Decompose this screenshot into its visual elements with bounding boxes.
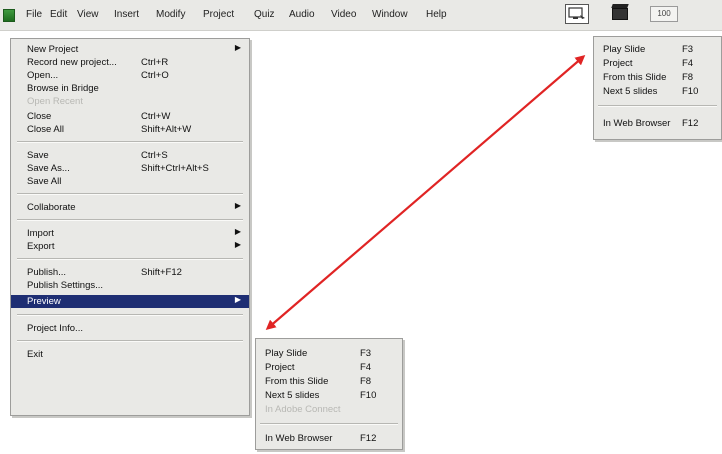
double-arrow-icon (265, 55, 586, 330)
